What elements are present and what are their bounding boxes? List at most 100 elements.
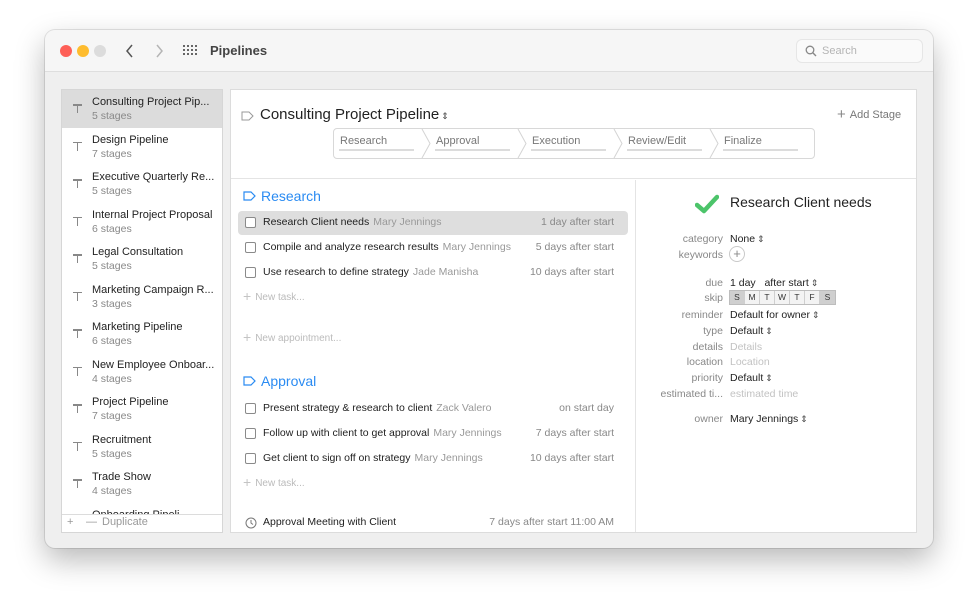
sidebar-item-project-pipeline[interactable]: Project Pipeline 7 stages <box>62 390 222 428</box>
title-bar: Pipelines Search <box>45 30 933 72</box>
section-header-research[interactable]: Research <box>243 188 321 204</box>
task-checkbox[interactable] <box>245 428 256 439</box>
section-header-approval[interactable]: Approval <box>243 373 316 389</box>
due-amount: 1 day <box>730 277 756 289</box>
skip-day-saturday[interactable]: S <box>820 291 835 304</box>
template-icon <box>73 253 82 264</box>
skip-day-friday[interactable]: F <box>805 291 820 304</box>
location-label: location <box>686 356 723 368</box>
apps-grid-icon[interactable] <box>183 45 198 56</box>
task-row[interactable]: Compile and analyze research results Mary… <box>238 236 628 260</box>
sidebar-item-design-pipeline[interactable]: Design Pipeline 7 stages <box>62 128 222 166</box>
updown-chevron-icon: ⇕ <box>757 234 765 244</box>
pipeline-title-dropdown[interactable]: Consulting Project Pipeline ⇕ <box>260 106 449 123</box>
minimize-window-button[interactable] <box>77 45 89 57</box>
zoom-window-button[interactable] <box>94 45 106 57</box>
type-dropdown[interactable]: Default ⇕ <box>730 325 773 337</box>
search-input[interactable]: Search <box>796 39 923 63</box>
updown-chevron-icon: ⇕ <box>800 414 808 424</box>
stage-label: Approval <box>436 135 480 147</box>
task-checkbox[interactable] <box>245 242 256 253</box>
stage-review-edit[interactable]: Review/Edit <box>622 129 718 158</box>
checkmark-icon <box>695 194 719 214</box>
sidebar-item-executive-quarterly[interactable]: Executive Quarterly Re... 5 stages <box>62 165 222 203</box>
close-window-button[interactable] <box>60 45 72 57</box>
pipeline-title: Consulting Project Pipeline <box>260 106 440 123</box>
app-window: Pipelines Search Consulting Project Pip.… <box>45 30 933 548</box>
skip-day-sunday[interactable]: S <box>730 291 745 304</box>
task-checkbox[interactable] <box>245 403 256 414</box>
skip-day-wednesday[interactable]: W <box>775 291 790 304</box>
estimated-time-input[interactable]: estimated time <box>730 388 798 400</box>
stage-label: Review/Edit <box>628 135 687 147</box>
forward-button[interactable] <box>149 40 169 62</box>
updown-chevron-icon: ⇕ <box>765 326 773 336</box>
tag-outline-icon <box>241 111 254 121</box>
details-input[interactable]: Details <box>730 341 762 353</box>
task-checkbox[interactable] <box>245 217 256 228</box>
stage-execution[interactable]: Execution <box>526 129 622 158</box>
add-stage-label: Add Stage <box>849 109 902 121</box>
skip-day-monday[interactable]: M <box>745 291 760 304</box>
add-stage-button[interactable]: + Add Stage <box>837 106 901 123</box>
new-task-button[interactable]: + New task... <box>243 288 305 304</box>
new-appointment-button[interactable]: + New appointment... <box>243 329 341 345</box>
new-task-button[interactable]: + New task... <box>243 474 305 490</box>
task-title: Present strategy & research to client <box>263 402 433 414</box>
sidebar-item-recruitment[interactable]: Recruitment 5 stages <box>62 428 222 466</box>
plus-icon: + <box>243 474 252 490</box>
task-checkbox[interactable] <box>245 453 256 464</box>
sidebar-item-name: Consulting Project Pip... <box>92 96 210 108</box>
due-field[interactable]: 1 day after start ⇕ <box>730 277 818 289</box>
add-pipeline-button[interactable]: + <box>67 516 73 528</box>
skip-day-thursday[interactable]: T <box>790 291 805 304</box>
sidebar-item-name: Executive Quarterly Re... <box>92 171 215 183</box>
task-row[interactable]: Present strategy & research to client Zac… <box>238 397 628 421</box>
sidebar-item-new-employee-onboarding[interactable]: New Employee Onboar... 4 stages <box>62 353 222 391</box>
reminder-value: Default for owner <box>730 309 810 321</box>
sidebar-item-name: Legal Consultation <box>92 246 184 258</box>
sidebar-item-marketing-pipeline[interactable]: Marketing Pipeline 6 stages <box>62 315 222 353</box>
add-keyword-button[interactable]: + <box>729 246 745 262</box>
back-button[interactable] <box>120 40 140 62</box>
updown-chevron-icon: ⇕ <box>765 373 773 383</box>
task-due: 10 days after start <box>529 452 614 464</box>
sidebar-item-name: Recruitment <box>92 433 152 446</box>
stage-approval[interactable]: Approval <box>430 129 526 158</box>
window-title: Pipelines <box>210 43 268 58</box>
category-dropdown[interactable]: None ⇕ <box>730 233 765 245</box>
task-row[interactable]: Get client to sign off on strategy Mary J… <box>238 447 628 471</box>
sidebar-item-marketing-campaign[interactable]: Marketing Campaign R... 3 stages <box>62 278 222 316</box>
sidebar-item-trade-show[interactable]: Trade Show 4 stages <box>62 465 222 503</box>
stage-finalize[interactable]: Finalize <box>718 129 814 158</box>
priority-dropdown[interactable]: Default ⇕ <box>730 372 773 384</box>
task-owner: Mary Jennings <box>414 452 483 464</box>
task-row[interactable]: Follow up with client to get approval Mar… <box>238 422 628 446</box>
duplicate-pipeline-button[interactable]: Duplicate <box>102 516 148 528</box>
sidebar-item-internal-project-proposal[interactable]: Internal Project Proposal 6 stages <box>62 203 222 241</box>
skip-day-tuesday[interactable]: T <box>760 291 775 304</box>
template-icon <box>73 328 82 339</box>
location-input[interactable]: Location <box>730 356 770 368</box>
template-icon <box>73 178 82 189</box>
updown-chevron-icon: ⇕ <box>810 278 819 288</box>
task-row[interactable]: Research Client needs Mary Jennings 1 day… <box>238 211 628 235</box>
task-checkbox[interactable] <box>245 267 256 278</box>
stage-research[interactable]: Research <box>334 129 430 158</box>
sidebar-item-name: Marketing Pipeline <box>92 321 183 333</box>
remove-pipeline-button[interactable]: — <box>86 516 97 528</box>
appointment-row[interactable]: Approval Meeting with Client 7 days afte… <box>238 511 628 532</box>
task-row[interactable]: Use research to define strategy Jade Mani… <box>238 261 628 285</box>
sidebar-item-legal-consultation[interactable]: Legal Consultation 5 stages <box>62 240 222 278</box>
template-icon <box>73 291 82 302</box>
sidebar-item-stage-count: 5 stages <box>92 110 132 122</box>
reminder-dropdown[interactable]: Default for owner ⇕ <box>730 309 820 321</box>
new-task-label: New task... <box>255 478 305 489</box>
reminder-label: reminder <box>681 309 723 321</box>
task-detail-panel: Research Client needs category None ⇕ key… <box>637 180 916 532</box>
sidebar-item-consulting-project-pipeline[interactable]: Consulting Project Pip... 5 stages <box>62 90 222 128</box>
stage-label: Finalize <box>724 135 762 147</box>
task-owner: Jade Manisha <box>412 266 479 278</box>
owner-dropdown[interactable]: Mary Jennings ⇕ <box>730 413 808 425</box>
new-task-label: New task... <box>255 292 305 303</box>
